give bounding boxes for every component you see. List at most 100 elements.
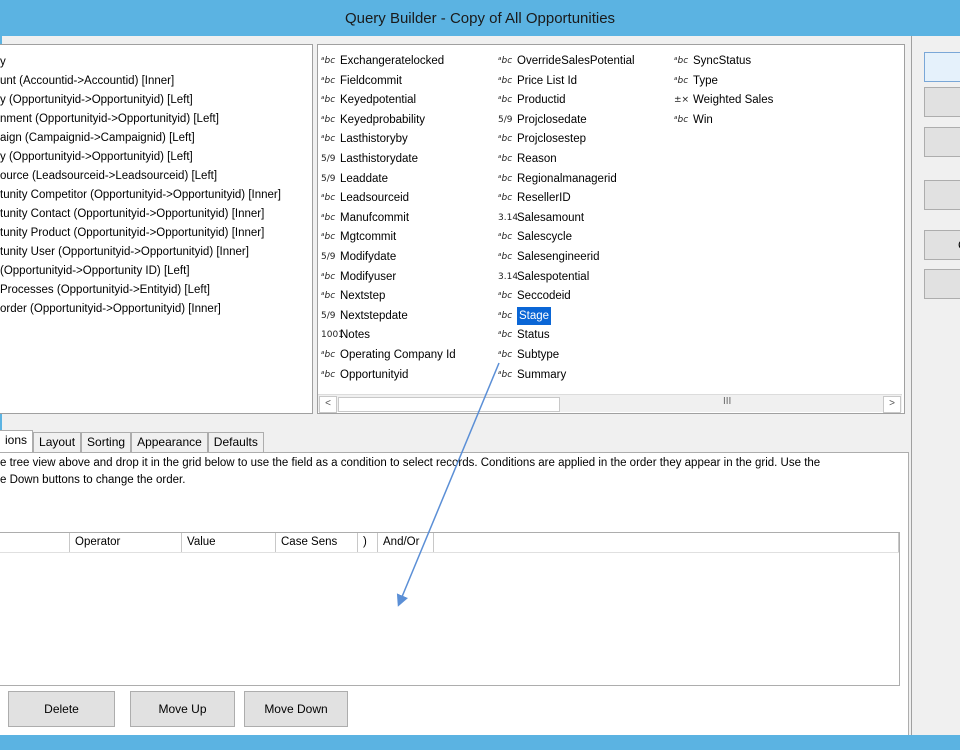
field-item[interactable]: ᵃbc Regionalmanagerid <box>498 170 617 188</box>
field-item[interactable]: ᵃbc Subtype <box>498 346 559 364</box>
tab-defaults[interactable]: Defaults <box>207 432 264 452</box>
side-button-1[interactable] <box>924 52 960 82</box>
tab-layout[interactable]: Layout <box>33 432 82 452</box>
field-label: Stage <box>515 305 553 326</box>
tree-item[interactable]: y <box>0 53 6 71</box>
scroll-left-icon[interactable]: < <box>319 396 337 413</box>
text-field-icon: ᵃbc <box>498 173 513 184</box>
tree-item[interactable]: aign (Campaignid->Campaignid) [Left] <box>0 129 195 147</box>
field-item[interactable]: ᵃbc Keyedprobability <box>321 111 425 129</box>
field-item[interactable]: 3.14 Salespotential <box>498 268 589 286</box>
date-field-icon: 5/9 <box>321 173 336 184</box>
field-label: Salesengineerid <box>517 251 600 263</box>
side-button-3[interactable] <box>924 127 960 157</box>
field-label: Notes <box>340 329 371 342</box>
text-field-icon: ᵃbc <box>321 271 336 282</box>
field-item[interactable]: 5/9 Nextstepdate <box>321 307 408 325</box>
tree-item[interactable]: unt (Accountid->Accountid) [Inner] <box>0 72 174 90</box>
field-item[interactable]: ᵃbc Modifyuser <box>321 268 396 286</box>
tree-item[interactable]: y (Opportunityid->Opportunityid) [Left] <box>0 91 193 109</box>
side-button-2[interactable] <box>924 87 960 117</box>
text-field-icon: ᵃbc <box>321 232 336 243</box>
field-item[interactable]: ᵃbc Nextstep <box>321 287 385 305</box>
field-item[interactable]: ᵃbc Fieldcommit <box>321 72 402 90</box>
grid-column-header[interactable]: ) <box>358 533 378 552</box>
grid-column-header[interactable] <box>0 533 70 552</box>
field-item[interactable]: ᵃbc Salesengineerid <box>498 248 599 266</box>
field-item[interactable]: ᵃbc Salescycle <box>498 228 572 246</box>
field-item[interactable]: ᵃbc Keyedpotential <box>321 91 416 109</box>
field-label: Keyedpotential <box>340 94 417 107</box>
conditions-grid[interactable]: Operator Value Case Sens) And/Or <box>0 532 900 686</box>
tree-item[interactable]: order (Opportunityid->Opportunityid) [In… <box>0 300 221 318</box>
field-item[interactable]: ᵃbc Manufcommit <box>321 209 409 227</box>
table-tree-view[interactable]: y unt (Accountid->Accountid) [Inner] y (Op… <box>0 44 313 414</box>
field-item[interactable]: ±× Weighted Sales <box>674 91 773 109</box>
tab-ions[interactable]: ions <box>0 430 34 453</box>
side-button-5[interactable]: C <box>924 230 960 260</box>
tree-item[interactable]: tunity Contact (Opportunityid->Opportuni… <box>0 205 264 223</box>
window-titlebar[interactable]: Query Builder - Copy of All Opportunitie… <box>0 0 960 36</box>
field-item[interactable]: ᵃbc Productid <box>498 91 566 109</box>
tree-item[interactable]: Processes (Opportunityid->Entityid) [Lef… <box>0 281 210 299</box>
side-button-6[interactable] <box>924 269 960 299</box>
tree-item[interactable]: tunity Product (Opportunityid->Opportuni… <box>0 224 264 242</box>
field-label: Lasthistorydate <box>340 153 418 165</box>
field-item[interactable]: ᵃbc Seccodeid <box>498 287 571 305</box>
field-item[interactable]: ᵃbc Reason <box>498 150 557 168</box>
tab-sorting[interactable]: Sorting <box>81 432 132 452</box>
grid-column-header[interactable]: Operator <box>70 533 182 552</box>
text-field-icon: ᵃbc <box>498 134 513 145</box>
delete-button[interactable]: Delete <box>8 691 115 727</box>
tree-item[interactable]: (Opportunityid->Opportunity ID) [Left] <box>0 262 190 280</box>
field-item[interactable]: 5/9 Lasthistorydate <box>321 150 418 168</box>
field-item[interactable]: ᵃbc SyncStatus <box>674 52 751 70</box>
field-item[interactable]: ᵃbc Mgtcommit <box>321 228 396 246</box>
field-item[interactable]: 3.14 Salesamount <box>498 209 584 227</box>
field-item[interactable]: ᵃbc Leadsourceid <box>321 189 409 207</box>
field-item[interactable]: ᵃbc Lasthistoryby <box>321 130 408 148</box>
move-down-button[interactable]: Move Down <box>244 691 348 727</box>
tree-item[interactable]: y (Opportunityid->Opportunityid) [Left] <box>0 148 193 166</box>
field-item[interactable]: ᵃbc Status <box>498 326 550 344</box>
move-up-button[interactable]: Move Up <box>130 691 235 727</box>
field-item[interactable]: ᵃbc Summary <box>498 366 566 384</box>
field-item[interactable]: ᵃbc Win <box>674 111 713 129</box>
grid-column-header[interactable]: Case Sens <box>276 533 358 552</box>
grid-column-header[interactable]: Value <box>182 533 276 552</box>
field-label: Salesamount <box>517 211 585 224</box>
field-list-horizontal-scrollbar[interactable]: < III > <box>318 394 902 413</box>
field-item[interactable]: ᵃbc ResellerID <box>498 189 571 207</box>
text-field-icon: ᵃbc <box>498 75 513 86</box>
field-item[interactable]: 1001 Notes <box>321 326 370 344</box>
field-item[interactable]: ᵃbc OverrideSalesPotential <box>498 52 635 70</box>
text-field-icon: ᵃbc <box>321 291 336 302</box>
grid-column-header[interactable]: And/Or <box>378 533 434 552</box>
field-item[interactable]: ᵃbc Opportunityid <box>321 366 408 384</box>
scroll-right-icon[interactable]: > <box>883 396 901 413</box>
field-item[interactable]: ᵃbc Exchangeratelocked <box>321 52 444 70</box>
tree-item[interactable]: tunity User (Opportunityid->Opportunityi… <box>0 243 249 261</box>
tree-item[interactable]: tunity Competitor (Opportunityid->Opport… <box>0 186 281 204</box>
field-item[interactable]: ᵃbc Stage <box>498 305 553 326</box>
grid-column-header[interactable] <box>434 533 899 552</box>
field-item[interactable]: 5/9 Leaddate <box>321 170 388 188</box>
scroll-grip: III <box>723 396 732 407</box>
date-field-icon: 5/9 <box>321 252 336 262</box>
tab-appearance[interactable]: Appearance <box>131 432 208 452</box>
tree-item[interactable]: ource (Leadsourceid->Leadsourceid) [Left… <box>0 167 217 185</box>
side-button-4[interactable] <box>924 180 960 210</box>
text-field-icon: ᵃbc <box>321 369 336 380</box>
field-list[interactable]: < III > ᵃbc Exchangeratelocked ᵃbc Fieldcom… <box>317 44 905 414</box>
scroll-thumb[interactable] <box>338 397 560 412</box>
tree-item[interactable]: nment (Opportunityid->Opportunityid) [Le… <box>0 110 219 128</box>
field-item[interactable]: ᵃbc Projclosestep <box>498 130 586 148</box>
field-item[interactable]: ᵃbc Operating Company Id <box>321 346 456 364</box>
field-item[interactable]: ᵃbc Type <box>674 72 718 90</box>
text-field-icon: ᵃbc <box>498 291 513 302</box>
date-field-icon: 5/9 <box>321 310 336 321</box>
field-item[interactable]: 5/9 Projclosedate <box>498 111 587 129</box>
field-item[interactable]: ᵃbc Price List Id <box>498 72 577 90</box>
field-item[interactable]: 5/9 Modifydate <box>321 248 396 266</box>
field-label: Fieldcommit <box>340 74 402 87</box>
